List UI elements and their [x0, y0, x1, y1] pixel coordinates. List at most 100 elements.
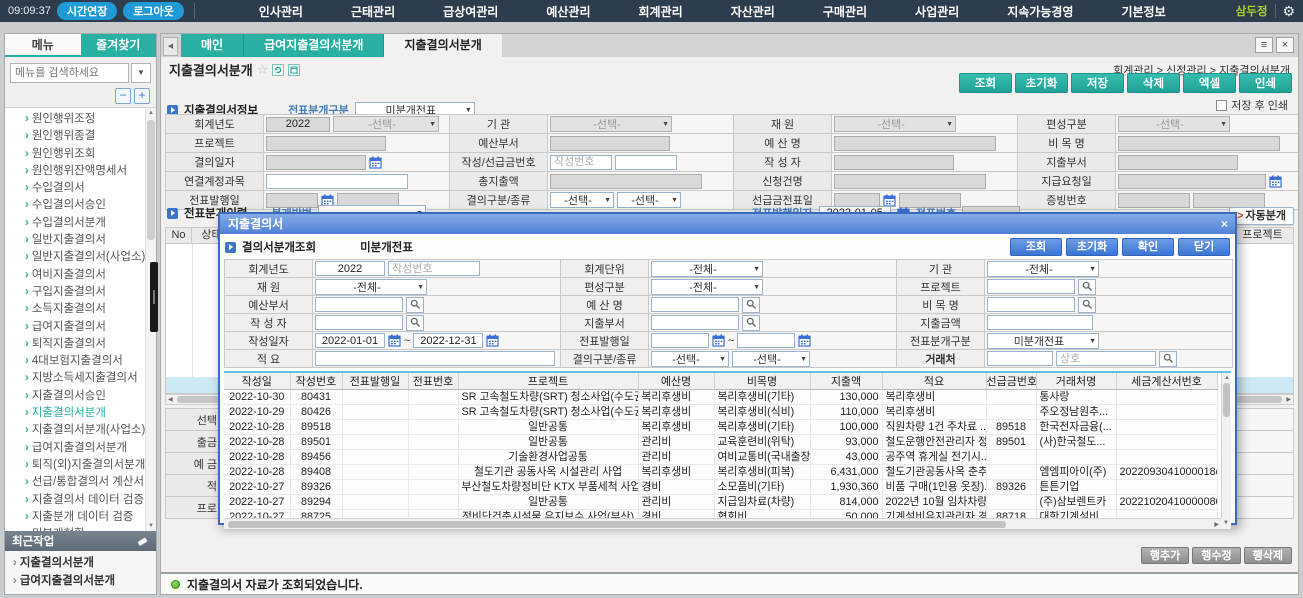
grid-column-header[interactable]: 비목명 [714, 373, 810, 390]
text-input[interactable] [987, 279, 1075, 294]
text-input[interactable] [266, 174, 408, 189]
extend-session-button[interactable]: 시간연장 [57, 2, 117, 20]
grid-column-header[interactable]: 선급금번호 [986, 373, 1036, 390]
text-input[interactable] [550, 174, 702, 189]
calendar-icon[interactable] [1269, 175, 1282, 188]
close-icon[interactable]: × [1221, 214, 1228, 234]
table-row[interactable]: 2022-10-2889518일반공통복리후생비복리후생비(기타)100,000… [224, 420, 1217, 435]
sidebar-item[interactable]: ›일반지출결의서 [5, 232, 156, 249]
grid-column-header[interactable]: 작성번호 [290, 373, 342, 390]
eraser-icon[interactable] [137, 535, 149, 547]
text-input[interactable] [1118, 136, 1280, 151]
text-input[interactable] [1056, 351, 1156, 366]
topmenu-item-7[interactable]: 사업관리 [915, 3, 959, 20]
text-input[interactable] [1118, 174, 1266, 189]
print-button[interactable]: 인쇄 [1239, 73, 1292, 93]
text-input[interactable] [987, 351, 1053, 366]
select[interactable]: -선택-▼ [651, 351, 729, 367]
calendar-icon[interactable] [486, 334, 499, 347]
text-input[interactable] [1118, 155, 1238, 170]
scroll-thumb[interactable] [1223, 383, 1230, 417]
sidebar-item[interactable]: ›선급/통합결의서 계산서 연 [5, 474, 156, 491]
sidebar-tab-favorites[interactable]: 즐겨찾기 [81, 34, 157, 55]
text-input[interactable] [651, 333, 709, 348]
text-input[interactable] [651, 315, 739, 330]
text-input[interactable] [651, 297, 739, 312]
text-input[interactable] [315, 315, 403, 330]
topmenu-item-0[interactable]: 인사관리 [259, 3, 303, 20]
scroll-right-icon[interactable]: ▶ [1284, 396, 1293, 403]
select[interactable]: -선택-▼ [550, 116, 672, 132]
grid-column-header[interactable]: 예산명 [638, 373, 714, 390]
sidebar-item[interactable]: ›지출결의서분개 [5, 405, 156, 422]
table-row[interactable]: 2022-10-3080431SR 고속철도차량(SRT) 청소사업(수도권)복… [224, 390, 1217, 405]
sidebar-item[interactable]: ›미분개현황 [5, 526, 156, 531]
table-row[interactable]: 2022-10-2889408철도기관 공동사옥 시설관리 사업복리후생비복리후… [224, 465, 1217, 480]
text-input[interactable] [550, 155, 612, 170]
confirm-button[interactable]: 확인 [1122, 238, 1174, 256]
select[interactable]: -선택-▼ [732, 351, 810, 367]
calendar-icon[interactable] [369, 156, 382, 169]
text-input[interactable] [834, 174, 986, 189]
sidebar-item[interactable]: ›급여지출결의서 [5, 319, 156, 336]
search-button[interactable]: 조회 [959, 73, 1012, 93]
text-input[interactable] [266, 117, 330, 132]
dialog-titlebar[interactable]: 지출결의서 × [220, 214, 1235, 234]
tab-scroll-left-button[interactable]: ◀ [163, 37, 178, 56]
select[interactable]: -전체-▼ [651, 261, 763, 277]
sidebar-item[interactable]: ›수입결의서승인 [5, 197, 156, 214]
text-input[interactable] [315, 297, 403, 312]
table-row[interactable]: 2022-10-2789326부산철도차량정비단 KTX 부품세척 사업경비소모… [224, 480, 1217, 495]
text-input[interactable] [987, 297, 1075, 312]
topmenu-item-5[interactable]: 자산관리 [731, 3, 775, 20]
document-tab-0[interactable]: 메인 [181, 34, 244, 57]
select[interactable]: -선택-▼ [1118, 116, 1230, 132]
grid-column-header[interactable]: 작성일 [224, 373, 290, 390]
close-button[interactable]: 닫기 [1178, 238, 1230, 256]
text-input[interactable] [315, 261, 385, 276]
scroll-down-icon[interactable]: ▼ [146, 523, 156, 529]
recent-work-item[interactable]: ›급여지출결의서분개 [5, 572, 156, 590]
logout-button[interactable]: 로그아웃 [123, 2, 183, 20]
excel-button[interactable]: 엑셀 [1183, 73, 1236, 93]
text-input[interactable] [1193, 193, 1265, 208]
grid-column-header[interactable]: 전표번호 [408, 373, 458, 390]
select[interactable]: -전체-▼ [315, 279, 427, 295]
text-input[interactable] [388, 261, 480, 276]
select[interactable]: 미분개전표▼ [987, 333, 1099, 349]
popup-window-icon[interactable] [288, 64, 300, 76]
sidebar-item[interactable]: ›급여지출결의서분개 [5, 440, 156, 457]
delete-row-button[interactable]: 행삭제 [1244, 547, 1292, 564]
menu-search-input[interactable] [10, 63, 129, 83]
text-input[interactable] [834, 136, 996, 151]
scroll-up-icon[interactable]: ▲ [146, 110, 156, 116]
sidebar-item[interactable]: ›소득지출결의서 [5, 301, 156, 318]
table-row[interactable]: 2022-10-2889456기술환경사업공통관리비여비교통비(국내출장)43,… [224, 450, 1217, 465]
search-icon[interactable] [742, 315, 760, 331]
recent-work-item[interactable]: ›지출결의서분개 [5, 554, 156, 572]
grid-column-header[interactable]: 거래처명 [1036, 373, 1116, 390]
text-input[interactable] [266, 136, 386, 151]
sidebar-item[interactable]: ›지출결의서승인 [5, 388, 156, 405]
select[interactable]: -선택-▼ [333, 116, 439, 132]
sidebar-item[interactable]: ›지방소득세지출결의서 [5, 370, 156, 387]
select[interactable]: -전체-▼ [987, 261, 1099, 277]
search-icon[interactable] [1159, 351, 1177, 367]
auto-journal-button[interactable]: >자동분개 [1229, 207, 1294, 225]
save-button[interactable]: 저장 [1071, 73, 1124, 93]
search-icon[interactable] [1078, 279, 1096, 295]
sidebar-item[interactable]: ›원인행위조정 [5, 111, 156, 128]
text-input[interactable] [550, 136, 670, 151]
text-input[interactable] [987, 315, 1093, 330]
edit-row-button[interactable]: 행수정 [1192, 547, 1240, 564]
search-button[interactable]: 조회 [1010, 238, 1062, 256]
scroll-up-icon[interactable]: ▲ [1222, 375, 1231, 381]
document-tab-1[interactable]: 급여지출결의서분개 [244, 34, 384, 57]
table-row[interactable]: 2022-10-2980426SR 고속철도차량(SRT) 청소사업(수도권)복… [224, 405, 1217, 420]
text-input[interactable] [615, 155, 677, 170]
topmenu-item-9[interactable]: 기본정보 [1121, 3, 1165, 20]
grid-column-header[interactable]: 세금계산서번호 [1116, 373, 1217, 390]
sidebar-item[interactable]: ›일반지출결의서(사업소) [5, 249, 156, 266]
search-icon[interactable] [406, 297, 424, 313]
refresh-icon[interactable] [272, 64, 284, 76]
